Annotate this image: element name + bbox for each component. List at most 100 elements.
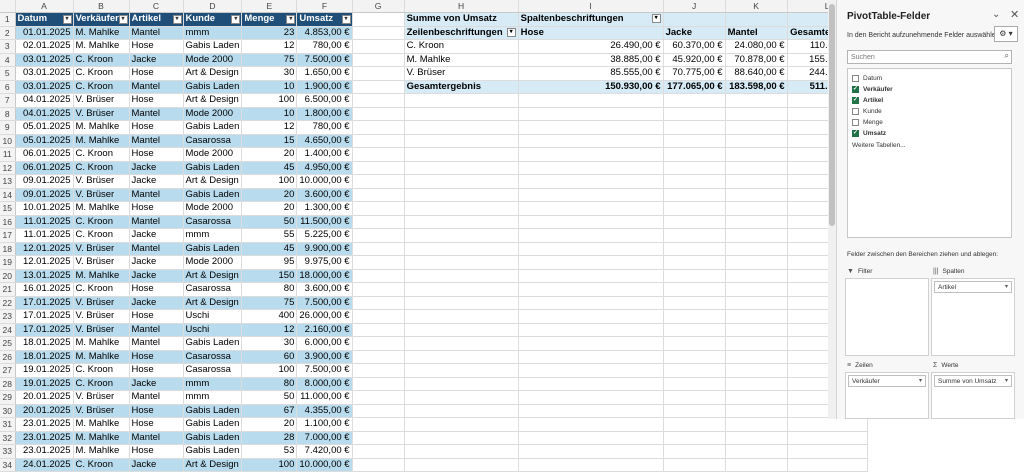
sheet-cell[interactable]	[352, 404, 405, 418]
table-cell[interactable]: 20.01.2025	[15, 404, 74, 418]
table-cell[interactable]: Mode 2000	[183, 147, 243, 162]
sheet-cell[interactable]	[352, 120, 405, 135]
values-area[interactable]: Summe von Umsatz ▾	[931, 372, 1015, 419]
layout-gear-button[interactable]: ⚙ ▾	[994, 26, 1018, 42]
table-cell[interactable]: Hose	[129, 147, 184, 162]
sheet-cell[interactable]	[725, 296, 788, 310]
sheet-cell[interactable]	[518, 242, 664, 256]
table-cell[interactable]: Mantel	[129, 431, 184, 445]
field-item[interactable]: ✓ Verkäufer	[852, 84, 1011, 95]
column-header[interactable]: A	[15, 0, 74, 13]
table-cell[interactable]: Gabis Laden	[183, 80, 243, 94]
more-tables-link[interactable]: Weitere Tabellen...	[852, 142, 1011, 149]
table-cell[interactable]: Gabis Laden	[183, 336, 243, 351]
columns-area[interactable]: Artikel ▾	[931, 278, 1015, 356]
sheet-cell[interactable]	[725, 269, 788, 283]
sheet-cell[interactable]	[518, 201, 664, 216]
column-header[interactable]: C	[129, 0, 184, 13]
sheet-cell[interactable]	[518, 120, 664, 135]
table-cell[interactable]: 23.01.2025	[15, 431, 74, 445]
table-cell[interactable]: 03.01.2025	[15, 66, 74, 81]
sheet-cell[interactable]	[725, 161, 788, 175]
sheet-cell[interactable]	[352, 417, 405, 432]
sheet-cell[interactable]	[352, 458, 405, 472]
sheet-cell[interactable]	[663, 404, 726, 418]
table-cell[interactable]: 12	[241, 120, 298, 135]
table-cell[interactable]: Mode 2000	[183, 255, 243, 270]
table-cell[interactable]: Mantel	[129, 107, 184, 121]
pivot-value-cell[interactable]: 38.885,00 €	[518, 53, 664, 67]
table-cell[interactable]: C. Kroon	[73, 147, 130, 162]
table-cell[interactable]: C. Kroon	[73, 53, 130, 67]
sheet-cell[interactable]	[352, 336, 405, 351]
table-cell[interactable]: 7.500,00 €	[296, 53, 353, 67]
pivot-value-cell[interactable]: 85.555,00 €	[518, 66, 664, 81]
table-cell[interactable]: 16.01.2025	[15, 282, 74, 297]
table-cell[interactable]: Casarossa	[183, 134, 243, 148]
sheet-cell[interactable]	[404, 188, 519, 202]
table-cell[interactable]: mmm	[183, 228, 243, 243]
table-cell[interactable]: Gabis Laden	[183, 417, 243, 432]
table-cell[interactable]: Hose	[129, 444, 184, 459]
table-cell[interactable]: 20.01.2025	[15, 390, 74, 405]
field-item[interactable]: ✓ Umsatz	[852, 128, 1011, 139]
table-header-cell[interactable]: Menge ▾	[241, 12, 298, 27]
table-cell[interactable]: Hose	[129, 363, 184, 378]
sheet-cell[interactable]	[787, 417, 868, 432]
pivot-column-header[interactable]: Hose	[518, 26, 664, 40]
row-header[interactable]: 22	[0, 296, 16, 310]
table-cell[interactable]: Art & Design	[183, 174, 243, 189]
table-cell[interactable]: Mantel	[129, 242, 184, 256]
table-cell[interactable]: 2.160,00 €	[296, 323, 353, 337]
columns-field-chip[interactable]: Artikel ▾	[934, 281, 1012, 293]
row-header[interactable]: 24	[0, 323, 16, 337]
table-cell[interactable]: Mantel	[129, 390, 184, 405]
pivot-value-cell[interactable]: 70.878,00 €	[725, 53, 788, 67]
sheet-cell[interactable]	[404, 309, 519, 324]
sheet-cell[interactable]	[725, 255, 788, 270]
row-header[interactable]: 34	[0, 458, 16, 472]
sheet-cell[interactable]	[352, 53, 405, 67]
row-header[interactable]: 6	[0, 80, 16, 94]
sheet-cell[interactable]	[404, 269, 519, 283]
sheet-cell[interactable]	[663, 188, 726, 202]
search-input[interactable]	[848, 51, 994, 63]
sheet-cell[interactable]	[663, 309, 726, 324]
row-header[interactable]: 26	[0, 350, 16, 364]
sheet-cell[interactable]	[663, 390, 726, 405]
sheet-cell[interactable]	[663, 120, 726, 135]
table-cell[interactable]: 7.500,00 €	[296, 363, 353, 378]
row-header[interactable]: 28	[0, 377, 16, 391]
column-header[interactable]: K	[725, 0, 788, 13]
table-cell[interactable]: Gabis Laden	[183, 39, 243, 54]
sheet-cell[interactable]	[663, 350, 726, 364]
sheet-cell[interactable]	[663, 336, 726, 351]
filter-dropdown-icon[interactable]: ▾	[341, 15, 351, 24]
table-cell[interactable]: Mantel	[129, 80, 184, 94]
sheet-cell[interactable]	[352, 161, 405, 175]
table-cell[interactable]: 6.000,00 €	[296, 336, 353, 351]
table-cell[interactable]: Uschi	[183, 323, 243, 337]
table-cell[interactable]: Gabis Laden	[183, 120, 243, 135]
sheet-cell[interactable]	[725, 363, 788, 378]
table-cell[interactable]: 15	[241, 134, 298, 148]
sheet-cell[interactable]	[663, 161, 726, 175]
field-search-box[interactable]: ⌕	[847, 50, 1012, 64]
table-cell[interactable]: 780,00 €	[296, 120, 353, 135]
sheet-cell[interactable]	[725, 93, 788, 108]
table-cell[interactable]: V. Brüser	[73, 174, 130, 189]
column-header[interactable]: D	[183, 0, 243, 13]
table-cell[interactable]: 67	[241, 404, 298, 418]
sheet-cell[interactable]	[663, 107, 726, 121]
sheet-cell[interactable]	[404, 296, 519, 310]
sheet-cell[interactable]	[518, 417, 664, 432]
table-cell[interactable]: V. Brüser	[73, 309, 130, 324]
pivot-total-cell[interactable]: 183.598,00 €	[725, 79, 788, 94]
sheet-cell[interactable]	[352, 377, 405, 391]
table-header-cell[interactable]: Verkäufer ▾	[73, 12, 130, 27]
pivot-row-header[interactable]: V. Brüser	[404, 66, 519, 81]
select-all-corner[interactable]	[0, 0, 16, 13]
table-cell[interactable]: Gabis Laden	[183, 161, 243, 175]
table-cell[interactable]: Gabis Laden	[183, 431, 243, 445]
table-cell[interactable]: 9.900,00 €	[296, 242, 353, 256]
